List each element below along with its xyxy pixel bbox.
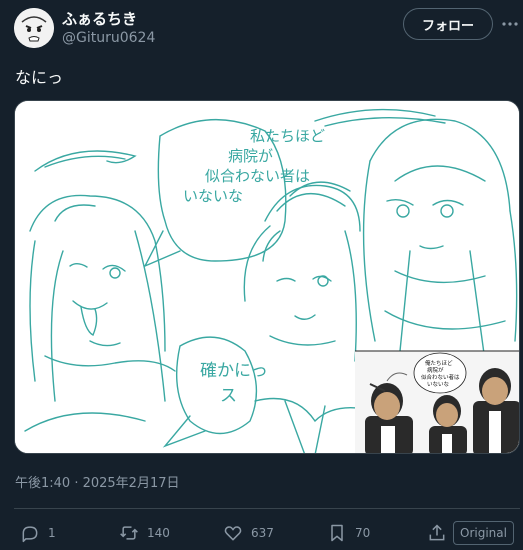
avatar-face-icon	[14, 8, 54, 48]
svg-text:病院が: 病院が	[427, 366, 444, 374]
sketch-illustration: 私たちほど 病院が 似合わない者は いないな 確かにっ ス 俺たちほど 病院が …	[15, 101, 519, 453]
svg-text:似合わない者は: 似合わない者は	[421, 373, 460, 381]
divider	[14, 508, 520, 509]
bookmark-button[interactable]: 70	[327, 522, 370, 544]
tweet-text: なにっ	[15, 68, 64, 87]
reply-icon	[22, 526, 38, 543]
user-handle[interactable]: @Gituru0624	[62, 30, 155, 46]
like-count: 637	[251, 526, 274, 540]
retweet-count: 140	[147, 526, 170, 540]
bookmark-icon	[331, 524, 343, 542]
share-icon	[429, 524, 445, 541]
follow-button[interactable]: フォロー	[403, 8, 493, 40]
tweet-media-image[interactable]: 私たちほど 病院が 似合わない者は いないな 確かにっ ス 俺たちほど 病院が …	[14, 100, 520, 454]
share-button[interactable]	[427, 522, 447, 544]
like-button[interactable]: 637	[223, 522, 274, 544]
speech-bubble-1-line-3: 似合わない者は	[205, 167, 310, 185]
avatar[interactable]	[14, 8, 54, 48]
speech-bubble-2-text: 確かにっ	[200, 361, 268, 381]
svg-text:俺たちほど: 俺たちほど	[425, 359, 453, 367]
original-button[interactable]: Original	[453, 521, 514, 545]
reply-button[interactable]: 1	[20, 522, 56, 544]
speech-bubble-1-line-2: 病院が	[228, 147, 273, 165]
svg-text:いないな: いないな	[427, 381, 450, 388]
heart-icon	[224, 526, 242, 541]
reply-count: 1	[48, 526, 56, 540]
tweet-card: ふぁるちき @Gituru0624 フォロー なにっ 私たちほど 病院が 似合わ…	[0, 0, 523, 550]
retweet-button[interactable]: 140	[119, 522, 170, 544]
more-options-icon[interactable]	[500, 14, 520, 34]
speech-bubble-2-text-2: ス	[220, 386, 237, 406]
speech-bubble-1-line-1: 私たちほど	[250, 127, 325, 145]
display-name[interactable]: ふぁるちき	[62, 8, 137, 29]
bookmark-count: 70	[355, 526, 371, 540]
tweet-timestamp[interactable]: 午後1:40 · 2025年2月17日	[15, 472, 180, 491]
manga-inset-panel: 俺たちほど 病院が 似合わない者は いないな 確かに	[355, 350, 519, 453]
speech-bubble-1-line-4: いないな	[183, 187, 243, 205]
retweet-icon	[120, 526, 138, 540]
